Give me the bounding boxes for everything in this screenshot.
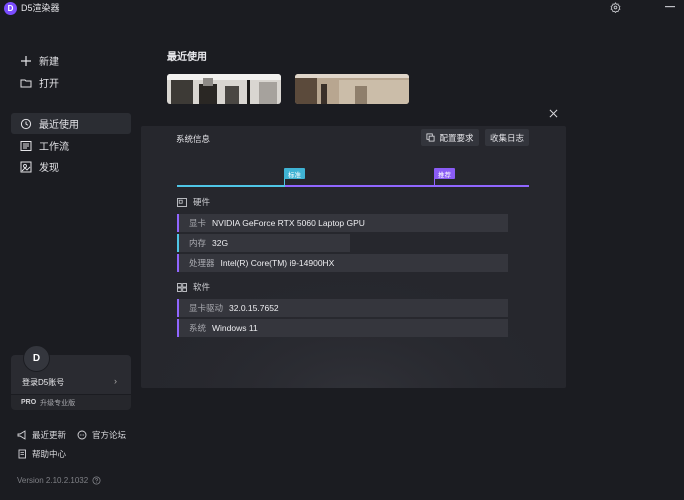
- version-info: Version 2.10.2.1032: [17, 476, 101, 485]
- history-icon: [20, 118, 32, 129]
- book-icon: [18, 449, 26, 459]
- minimize-icon[interactable]: [659, 0, 681, 14]
- avatar[interactable]: D: [23, 345, 50, 372]
- sidebar-item-discover[interactable]: 发现: [11, 156, 131, 177]
- row-value: Intel(R) Core(TM) i9-14900HX: [220, 258, 335, 268]
- hardware-row-gpu: 显卡 NVIDIA GeForce RTX 5060 Laptop GPU: [177, 214, 508, 232]
- sidebar-item-recent[interactable]: 最近使用: [11, 113, 131, 134]
- software-heading-label: 软件: [193, 282, 211, 292]
- hardware-heading-label: 硬件: [193, 197, 211, 207]
- row-value: NVIDIA GeForce RTX 5060 Laptop GPU: [212, 218, 365, 228]
- sidebar-item-workflow[interactable]: 工作流: [11, 135, 131, 156]
- megaphone-icon: [17, 430, 26, 440]
- help-center-label: 帮助中心: [32, 449, 67, 459]
- sidebar-item-label: 打开: [39, 79, 59, 90]
- project-thumbnail[interactable]: [295, 74, 409, 104]
- software-row-os: 系统 Windows 11: [177, 319, 508, 337]
- workflow-icon: [20, 140, 32, 151]
- plus-icon: [21, 55, 31, 66]
- upgrade-label: 升级专业版: [40, 399, 76, 407]
- standard-flag: 标准: [284, 168, 305, 179]
- project-thumbnail[interactable]: [167, 74, 281, 104]
- chat-icon: [77, 430, 87, 440]
- row-key: 内存: [189, 238, 207, 248]
- software-icon: [177, 282, 187, 292]
- sidebar-item-open[interactable]: 打开: [11, 72, 131, 93]
- folder-icon: [20, 79, 32, 87]
- hardware-row-memory: 内存 32G: [177, 234, 350, 252]
- hardware-heading: 硬件: [177, 196, 210, 208]
- config-requirements-button[interactable]: 配置要求: [421, 129, 479, 146]
- pro-badge: PRO: [21, 399, 37, 406]
- forum-link[interactable]: 官方论坛: [77, 429, 126, 441]
- collect-logs-label: 收集日志: [489, 132, 524, 143]
- collect-logs-button[interactable]: 收集日志: [485, 129, 529, 146]
- software-row-driver: 显卡驱动 32.0.15.7652: [177, 299, 508, 317]
- app-logo: D: [4, 2, 17, 15]
- sidebar-item-label: 发现: [39, 163, 59, 174]
- row-key: 处理器: [189, 258, 215, 268]
- recent-updates-label: 最近更新: [32, 430, 67, 440]
- page-title: 最近使用: [167, 52, 207, 63]
- software-heading: 软件: [177, 281, 210, 293]
- row-key: 系统: [189, 323, 207, 333]
- sidebar-item-label: 工作流: [39, 142, 69, 153]
- recommended-flag: 推荐: [434, 168, 455, 179]
- recommended-range-bar: [285, 185, 529, 187]
- hardware-icon: [177, 197, 187, 207]
- sidebar-item-label: 最近使用: [39, 120, 79, 131]
- hardware-row-cpu: 处理器 Intel(R) Core(TM) i9-14900HX: [177, 254, 508, 272]
- sidebar-item-label: 新建: [39, 57, 59, 68]
- row-key: 显卡驱动: [189, 303, 224, 313]
- settings-icon[interactable]: [604, 0, 626, 14]
- recent-updates-link[interactable]: 最近更新: [17, 429, 66, 441]
- version-label: Version 2.10.2.1032: [17, 476, 89, 485]
- question-icon[interactable]: [92, 476, 101, 485]
- row-value: 32G: [212, 238, 229, 248]
- row-value: Windows 11: [212, 323, 258, 333]
- upgrade-pro-button[interactable]: PRO 升级专业版: [11, 395, 131, 410]
- help-center-link[interactable]: 帮助中心: [17, 448, 66, 460]
- config-requirements-label: 配置要求: [439, 132, 474, 143]
- chevron-right-icon: ›: [114, 376, 117, 386]
- row-value: 32.0.15.7652: [229, 303, 279, 313]
- row-key: 显卡: [189, 218, 207, 228]
- dialog-title: 系统信息: [176, 134, 211, 144]
- standard-range-bar: [177, 185, 285, 187]
- forum-label: 官方论坛: [92, 430, 127, 440]
- close-icon[interactable]: [546, 106, 560, 120]
- app-title: D5渲染器: [21, 3, 60, 13]
- login-link[interactable]: 登录D5账号: [22, 377, 64, 388]
- document-icon: [426, 133, 435, 142]
- sidebar-item-new[interactable]: 新建: [11, 50, 131, 71]
- discover-icon: [20, 161, 32, 172]
